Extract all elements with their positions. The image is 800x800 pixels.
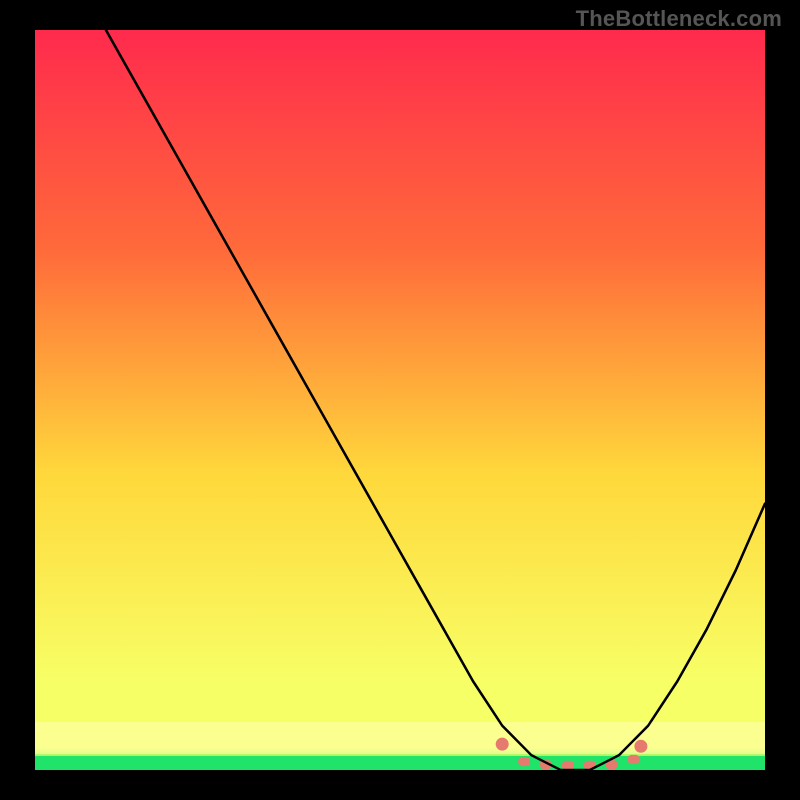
trough-end-dot <box>634 740 647 753</box>
highlight-band <box>35 722 765 754</box>
trough-end-dot <box>496 738 509 751</box>
chart-stage: TheBottleneck.com <box>0 0 800 800</box>
trough-marker <box>628 755 640 764</box>
trough-marker <box>562 761 574 770</box>
trough-marker <box>518 757 530 766</box>
watermark-text: TheBottleneck.com <box>576 6 782 32</box>
chart-plot-area <box>35 30 765 770</box>
green-baseline <box>35 756 765 770</box>
chart-svg <box>35 30 765 770</box>
gradient-background <box>35 30 765 770</box>
